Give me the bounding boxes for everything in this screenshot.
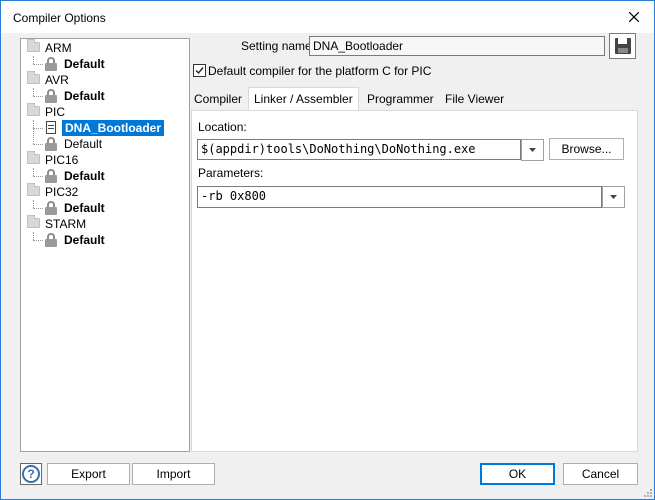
parameters-dropdown-button[interactable] (602, 186, 625, 208)
folder-icon (27, 39, 40, 52)
compiler-options-dialog: Compiler Options ARM Default AVR Default… (0, 0, 655, 500)
tree-item-label: Default (64, 137, 103, 151)
tree-connector (33, 64, 43, 65)
compiler-tree[interactable]: ARM Default AVR Default PIC DNA_Bootload… (20, 38, 190, 452)
chevron-down-icon (610, 195, 617, 199)
folder-icon (27, 103, 40, 116)
window-title: Compiler Options (13, 11, 106, 25)
parameters-label: Parameters: (198, 166, 264, 180)
tree-item-label: Default (64, 169, 105, 183)
linker-assembler-panel: Location: $(appdir)tools\DoNothing\DoNot… (191, 110, 638, 452)
location-dropdown-button[interactable] (521, 139, 544, 161)
tree-connector (33, 168, 34, 176)
tree-connector (33, 56, 34, 64)
lock-icon (45, 89, 57, 103)
folder-icon (27, 183, 40, 196)
lock-icon (45, 57, 57, 71)
tab-linker-assembler[interactable]: Linker / Assembler (248, 87, 359, 111)
tree-connector (33, 96, 43, 97)
default-compiler-label: Default compiler for the platform C for … (208, 64, 432, 78)
tree-group-label: PIC (45, 105, 66, 119)
tree-connector (33, 200, 34, 208)
tree-group-label: AVR (45, 73, 69, 87)
ok-button[interactable]: OK (480, 463, 555, 485)
location-input[interactable]: $(appdir)tools\DoNothing\DoNothing.exe (197, 139, 521, 160)
help-button[interactable]: ? (20, 463, 42, 485)
tree-connector (33, 176, 43, 177)
tree-group-label: PIC16 (45, 153, 79, 167)
folder-icon (27, 151, 40, 164)
tree-connector (33, 208, 43, 209)
close-icon (629, 12, 639, 22)
lock-icon (45, 233, 57, 247)
cancel-button[interactable]: Cancel (563, 463, 638, 485)
checkmark-icon (195, 67, 204, 75)
lock-icon (45, 169, 57, 183)
tree-group-label: ARM (45, 41, 72, 55)
parameters-input[interactable]: -rb 0x800 (197, 186, 602, 208)
setting-name-label: Setting name: (241, 39, 316, 53)
tree-connector (33, 144, 43, 145)
lock-icon (45, 201, 57, 215)
close-button[interactable] (614, 1, 654, 33)
save-button[interactable] (609, 33, 636, 59)
import-button[interactable]: Import (132, 463, 215, 485)
floppy-disk-icon (615, 38, 631, 54)
tree-connector (33, 120, 34, 144)
folder-icon (27, 71, 40, 84)
title-bar: Compiler Options (1, 1, 654, 33)
tab-file-viewer[interactable]: File Viewer (442, 90, 507, 110)
document-icon (46, 121, 56, 134)
folder-icon (27, 215, 40, 228)
tree-item-label: DNA_Bootloader (62, 120, 165, 136)
tree-item-label: Default (64, 57, 105, 71)
browse-button[interactable]: Browse... (549, 138, 624, 160)
tree-connector (33, 88, 34, 96)
chevron-down-icon (529, 148, 536, 152)
tree-group-label: PIC32 (45, 185, 79, 199)
location-label: Location: (198, 120, 247, 134)
default-compiler-checkbox[interactable] (193, 64, 206, 77)
tree-connector (33, 232, 34, 240)
tree-item-label: Default (64, 233, 105, 247)
resize-grip-icon[interactable] (642, 487, 652, 497)
setting-name-input[interactable]: DNA_Bootloader (309, 36, 605, 56)
tab-programmer[interactable]: Programmer (364, 90, 437, 110)
tree-connector (33, 128, 43, 129)
tree-group-label: STARM (45, 217, 87, 231)
help-icon: ? (22, 465, 40, 483)
tree-item-label: Default (64, 201, 105, 215)
tree-item-label: Default (64, 89, 105, 103)
tab-compiler[interactable]: Compiler (191, 90, 245, 110)
lock-icon (45, 137, 57, 151)
export-button[interactable]: Export (47, 463, 130, 485)
tree-connector (33, 240, 43, 241)
